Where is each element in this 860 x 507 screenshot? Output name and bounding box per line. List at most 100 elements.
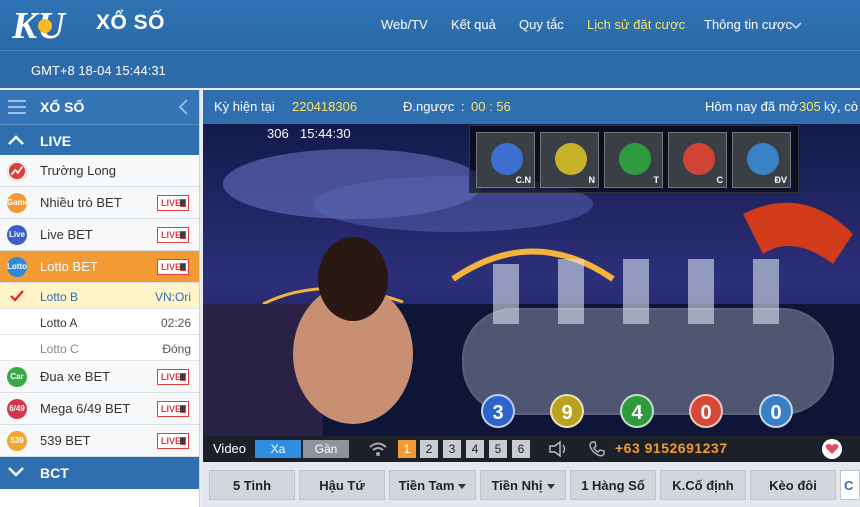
sub-item-lotto-a[interactable]: Lotto A 02:26	[0, 309, 199, 335]
camera-strip: C.N N T C ĐV	[469, 125, 799, 193]
check-icon	[10, 290, 24, 302]
live-video[interactable]: 306 15:44:30 C.N N T C ĐV 3 9 4 0 0	[203, 124, 860, 436]
num539-icon: 539	[7, 431, 27, 451]
video-controls: Video Xa Gần 1 2 3 4 5 6 +63 9152691237	[203, 436, 860, 462]
far-button[interactable]: Xa	[255, 440, 301, 458]
stream-4-button[interactable]: 4	[466, 440, 484, 458]
sidebar-item-label: Live BET	[40, 227, 93, 242]
sidebar-item-label: 539 BET	[40, 433, 91, 448]
camera-view[interactable]: C.N	[476, 132, 535, 188]
sidebar-header: XỔ SỐ	[0, 90, 199, 124]
countdown-label: Đ.ngược	[403, 99, 455, 114]
volume-icon[interactable]	[548, 440, 570, 458]
sidebar-item-label: Lotto BET	[40, 259, 98, 274]
tab-more[interactable]: C	[840, 470, 860, 500]
car-icon: Car	[7, 367, 27, 387]
sub-item-label: Lotto A	[40, 316, 78, 330]
nav-rules[interactable]: Quy tắc	[519, 17, 564, 32]
sidebar-section-live[interactable]: LIVE	[0, 124, 199, 155]
game-icon: Game	[7, 193, 29, 213]
sidebar-item-dua-xe[interactable]: Car Đua xe BET LIVE	[0, 361, 199, 393]
stream-3-button[interactable]: 3	[443, 440, 461, 458]
top-header: KU XỔ SỐ Web/TV Kết quả Quy tắc Lịch sử …	[0, 0, 860, 50]
phone-icon	[589, 441, 605, 457]
server-clock: GMT+8 18-04 15:44:31	[31, 63, 166, 78]
sidebar-item-label: Trường Long	[40, 163, 117, 178]
sidebar-item-539[interactable]: 539 539 BET LIVE	[0, 425, 199, 457]
camera-view[interactable]: T	[604, 132, 663, 188]
sub-item-label: Lotto C	[40, 342, 79, 356]
tab-tien-nhi[interactable]: Tiền Nhị	[480, 470, 566, 500]
result-ball: 0	[689, 394, 723, 428]
tab-1-hang-so[interactable]: 1 Hàng Số	[570, 470, 656, 500]
camera-view[interactable]: C	[668, 132, 727, 188]
sidebar: XỔ SỐ LIVE Trường Long Game Nhiều trò BE…	[0, 90, 200, 507]
period-value: 220418306	[292, 99, 358, 114]
tab-5-tinh[interactable]: 5 Tinh	[209, 470, 295, 500]
trend-icon	[7, 161, 27, 181]
countdown-value: 00 : 56	[471, 99, 511, 114]
tab-tien-tam[interactable]: Tiền Tam	[389, 470, 476, 500]
sidebar-item-label: Mega 6/49 BET	[40, 401, 131, 416]
caret-down-icon	[546, 484, 555, 490]
stream-2-button[interactable]: 2	[420, 440, 438, 458]
sidebar-item-live-bet[interactable]: Live Live BET LIVE	[0, 219, 199, 251]
camera-icon	[180, 263, 186, 271]
bet-type-tabs: 5 Tinh Hậu Tứ Tiền Tam Tiền Nhị 1 Hàng S…	[203, 462, 860, 507]
result-ball: 0	[759, 394, 793, 428]
sub-item-label: Lotto B	[40, 290, 79, 304]
nav-results[interactable]: Kết quả	[451, 17, 496, 32]
sub-item-status: 02:26	[160, 316, 191, 330]
result-ball: 3	[481, 394, 515, 428]
heart-icon[interactable]	[822, 439, 842, 459]
sidebar-item-label: Đua xe BET	[40, 369, 111, 384]
hotline-number: +63 9152691237	[615, 440, 728, 456]
camera-view[interactable]: N	[540, 132, 599, 188]
chevron-left-icon[interactable]	[177, 98, 189, 116]
sidebar-item-nhieu-tro[interactable]: Game Nhiều trò BET LIVE	[0, 187, 199, 219]
camera-icon	[180, 373, 186, 381]
camera-icon	[180, 405, 186, 413]
chevron-down-icon[interactable]	[790, 20, 802, 32]
nav-bet-history[interactable]: Lịch sử đặt cược	[587, 17, 685, 32]
sidebar-section-bct[interactable]: BCT	[0, 457, 199, 489]
today-prefix: Hôm nay đã mở	[705, 99, 799, 114]
stream-5-button[interactable]: 5	[489, 440, 507, 458]
caret-down-icon	[458, 484, 467, 490]
section-label: LIVE	[40, 133, 72, 149]
today-count: 305	[799, 99, 821, 114]
live-icon: Live	[7, 225, 27, 245]
sidebar-item-mega[interactable]: 6/49 Mega 6/49 BET LIVE	[0, 393, 199, 425]
camera-view[interactable]: ĐV	[732, 132, 791, 188]
lotto-icon: Lotto	[7, 257, 27, 277]
live-badge: LIVE	[157, 227, 189, 243]
nav-bet-info[interactable]: Thông tin cược	[704, 17, 792, 32]
live-badge: LIVE	[157, 259, 189, 275]
tab-keo-doi[interactable]: Kèo đôi	[750, 470, 836, 500]
video-time: 15:44:30	[300, 126, 351, 141]
stream-1-button[interactable]: 1	[398, 440, 416, 458]
sidebar-item-lotto-bet[interactable]: Lotto Lotto BET LIVE	[0, 251, 199, 283]
video-period: 306	[267, 126, 289, 141]
menu-icon[interactable]	[8, 99, 26, 115]
sidebar-title: XỔ SỐ	[40, 99, 85, 115]
stream-6-button[interactable]: 6	[512, 440, 530, 458]
sub-item-status: VN:Ori	[155, 290, 191, 304]
sub-item-lotto-b[interactable]: Lotto B VN:Ori	[0, 283, 199, 309]
near-button[interactable]: Gần	[303, 440, 349, 458]
chevron-down-icon	[8, 467, 24, 477]
camera-icon	[180, 199, 186, 207]
tab-k-co-dinh[interactable]: K.Cố định	[660, 470, 746, 500]
chevron-up-icon	[8, 135, 24, 145]
sidebar-item-truong-long[interactable]: Trường Long	[0, 155, 199, 187]
tab-hau-tu[interactable]: Hậu Tứ	[299, 470, 385, 500]
sub-item-status: Đóng	[162, 342, 191, 356]
sub-item-lotto-c[interactable]: Lotto C Đóng	[0, 335, 199, 361]
time-bar: GMT+8 18-04 15:44:31	[0, 50, 860, 88]
live-badge: LIVE	[157, 195, 189, 211]
live-badge: LIVE	[157, 433, 189, 449]
sidebar-item-label: Nhiều trò BET	[40, 195, 122, 210]
camera-icon	[180, 437, 186, 445]
nav-web-tv[interactable]: Web/TV	[381, 17, 428, 32]
today-suffix: kỳ, cò	[824, 99, 858, 114]
